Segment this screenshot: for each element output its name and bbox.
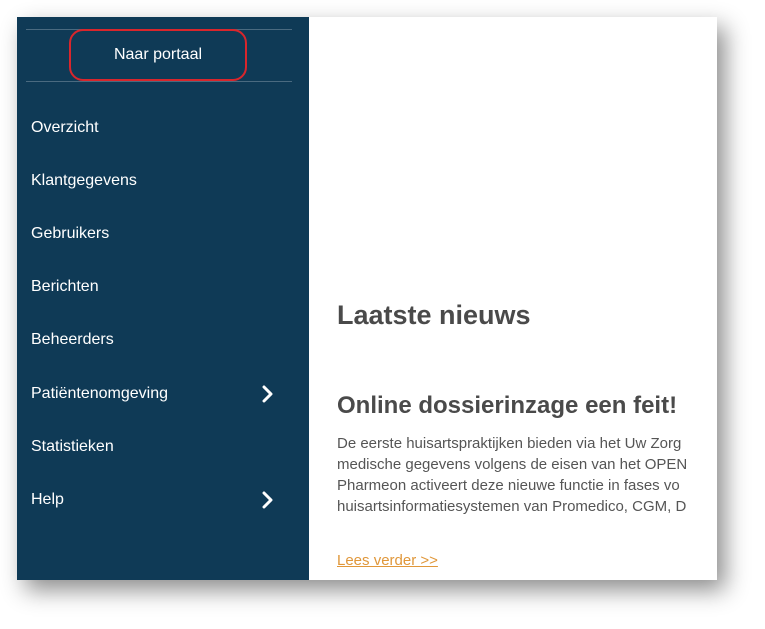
sidebar-item-label: Help: [31, 490, 64, 508]
sidebar-item-klantgegevens[interactable]: Klantgegevens: [17, 154, 309, 207]
sidebar: Naar portaal Overzicht Klantgegevens Geb…: [17, 17, 309, 580]
sidebar-item-gebruikers[interactable]: Gebruikers: [17, 207, 309, 260]
read-more-link[interactable]: Lees verder >>: [337, 552, 438, 569]
sidebar-item-label: Patiëntenomgeving: [31, 384, 168, 402]
sidebar-item-patientenomgeving[interactable]: Patiëntenomgeving: [17, 367, 309, 420]
portal-button[interactable]: Naar portaal: [69, 29, 247, 81]
chevron-right-icon: [262, 385, 273, 403]
sidebar-divider-bottom: [26, 81, 292, 82]
portal-button-label: Naar portaal: [113, 46, 203, 63]
sidebar-item-label: Klantgegevens: [31, 171, 137, 189]
sidebar-item-berichten[interactable]: Berichten: [17, 261, 309, 314]
article-line: Pharmeon activeert deze nieuwe functie i…: [337, 477, 680, 494]
sidebar-nav: Overzicht Klantgegevens Gebruikers Beric…: [17, 101, 309, 527]
app-window: Naar portaal Overzicht Klantgegevens Geb…: [17, 17, 717, 580]
article-body: De eerste huisartspraktijken bieden via …: [337, 433, 717, 517]
sidebar-item-help[interactable]: Help: [17, 473, 309, 526]
sidebar-item-beheerders[interactable]: Beheerders: [17, 314, 309, 367]
news-heading: Laatste nieuws: [337, 300, 531, 330]
article-line: medische gegevens volgens de eisen van h…: [337, 456, 688, 473]
main-content: Laatste nieuws Online dossierinzage een …: [309, 17, 717, 580]
sidebar-item-label: Beheerders: [31, 331, 114, 349]
sidebar-item-label: Gebruikers: [31, 224, 110, 242]
sidebar-item-label: Berichten: [31, 278, 99, 296]
article-title: Online dossierinzage een feit!: [337, 392, 678, 419]
article-line: huisartsinformatiesystemen van Promedico…: [337, 498, 687, 515]
article-line: De eerste huisartspraktijken bieden via …: [337, 435, 682, 452]
sidebar-item-overzicht[interactable]: Overzicht: [17, 101, 309, 154]
chevron-right-icon: [262, 491, 273, 509]
sidebar-item-label: Statistieken: [31, 437, 114, 455]
sidebar-item-statistieken[interactable]: Statistieken: [17, 420, 309, 473]
sidebar-item-label: Overzicht: [31, 118, 99, 136]
